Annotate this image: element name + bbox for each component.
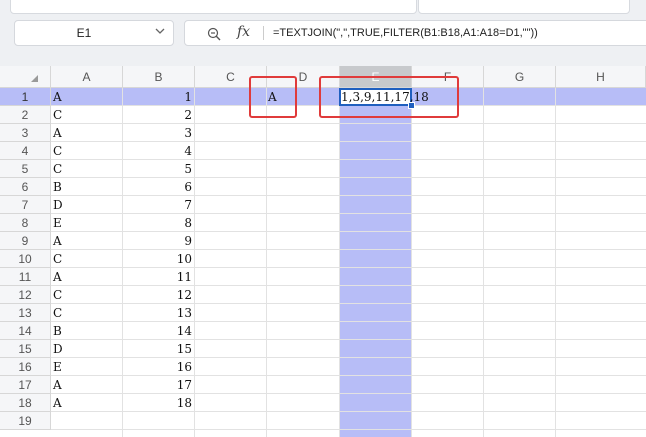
cell-b12[interactable]: 12 xyxy=(125,286,192,304)
cell-b3[interactable]: 3 xyxy=(125,124,192,142)
cell-b6[interactable]: 6 xyxy=(125,178,192,196)
column-header-a[interactable]: A xyxy=(51,66,123,88)
cell-a2[interactable]: C xyxy=(53,106,119,124)
row-header-5[interactable]: 5 xyxy=(0,160,51,178)
highlight-box-e1 xyxy=(319,76,459,118)
cell-b1[interactable]: 1 xyxy=(125,88,192,106)
top-panel-right xyxy=(418,0,630,14)
formula-separator xyxy=(263,26,264,40)
cell-a6[interactable]: B xyxy=(53,178,119,196)
row-header-19[interactable]: 19 xyxy=(0,412,51,430)
row-header-12[interactable]: 12 xyxy=(0,286,51,304)
cell-a4[interactable]: C xyxy=(53,142,119,160)
row-header-3[interactable]: 3 xyxy=(0,124,51,142)
spreadsheet-grid[interactable]: ABCDEFGH 1 2 3 4 5 6 7 8 9 10 11 12 13 14 15 16 17 18 19 A… xyxy=(0,66,646,437)
row-header-1[interactable]: 1 xyxy=(0,88,51,106)
cell-b8[interactable]: 8 xyxy=(125,214,192,232)
cell-b15[interactable]: 15 xyxy=(125,340,192,358)
column-header-h[interactable]: H xyxy=(556,66,646,88)
cell-b9[interactable]: 9 xyxy=(125,232,192,250)
cell-a13[interactable]: C xyxy=(53,304,119,322)
cell-a15[interactable]: D xyxy=(53,340,119,358)
cell-a7[interactable]: D xyxy=(53,196,119,214)
row-header-6[interactable]: 6 xyxy=(0,178,51,196)
row-header-15[interactable]: 15 xyxy=(0,340,51,358)
formula-input-box[interactable]: fx =TEXTJOIN(",",TRUE,FILTER(B1:B18,A1:A… xyxy=(184,20,646,46)
cell-a3[interactable]: A xyxy=(53,124,119,142)
row-header-4[interactable]: 4 xyxy=(0,142,51,160)
cell-b5[interactable]: 5 xyxy=(125,160,192,178)
cell-b18[interactable]: 18 xyxy=(125,394,192,412)
cell-a17[interactable]: A xyxy=(53,376,119,394)
cell-a18[interactable]: A xyxy=(53,394,119,412)
cell-a14[interactable]: B xyxy=(53,322,119,340)
cell-a5[interactable]: C xyxy=(53,160,119,178)
row-header-2[interactable]: 2 xyxy=(0,106,51,124)
column-header-b[interactable]: B xyxy=(123,66,195,88)
row-header-14[interactable]: 14 xyxy=(0,322,51,340)
cell-b16[interactable]: 16 xyxy=(125,358,192,376)
grid-hline xyxy=(51,429,646,430)
row-header-17[interactable]: 17 xyxy=(0,376,51,394)
insert-function-icon[interactable]: fx xyxy=(237,24,250,40)
row-header-18[interactable]: 18 xyxy=(0,394,51,412)
formula-text[interactable]: =TEXTJOIN(",",TRUE,FILTER(B1:B18,A1:A18=… xyxy=(273,27,538,39)
top-strip xyxy=(0,0,646,14)
cell-b14[interactable]: 14 xyxy=(125,322,192,340)
cell-b10[interactable]: 10 xyxy=(125,250,192,268)
cell-a16[interactable]: E xyxy=(53,358,119,376)
cell-b4[interactable]: 4 xyxy=(125,142,192,160)
cell-a1[interactable]: A xyxy=(53,88,119,106)
cell-a8[interactable]: E xyxy=(53,214,119,232)
name-box-value: E1 xyxy=(76,26,92,40)
highlight-box-d1 xyxy=(249,76,297,118)
cell-b11[interactable]: 11 xyxy=(125,268,192,286)
top-panel-left xyxy=(10,0,417,14)
row-header-16[interactable]: 16 xyxy=(0,358,51,376)
cell-b2[interactable]: 2 xyxy=(125,106,192,124)
chevron-down-icon[interactable] xyxy=(155,26,165,36)
cell-a10[interactable]: C xyxy=(53,250,119,268)
row-header-8[interactable]: 8 xyxy=(0,214,51,232)
column-header-g[interactable]: G xyxy=(484,66,556,88)
cell-b13[interactable]: 13 xyxy=(125,304,192,322)
cell-b7[interactable]: 7 xyxy=(125,196,192,214)
zoom-formula-icon[interactable] xyxy=(207,27,221,41)
select-all-corner[interactable] xyxy=(0,66,51,88)
cell-a11[interactable]: A xyxy=(53,268,119,286)
row-header-9[interactable]: 9 xyxy=(0,232,51,250)
row-header-10[interactable]: 10 xyxy=(0,250,51,268)
formula-bar: E1 fx =TEXTJOIN(",",TRUE,FILTER(B1:B18,A… xyxy=(0,14,646,56)
select-all-triangle-icon xyxy=(31,75,38,82)
row-header-7[interactable]: 7 xyxy=(0,196,51,214)
cell-a12[interactable]: C xyxy=(53,286,119,304)
row-header-13[interactable]: 13 xyxy=(0,304,51,322)
cell-a9[interactable]: A xyxy=(53,232,119,250)
cell-b17[interactable]: 17 xyxy=(125,376,192,394)
name-box[interactable]: E1 xyxy=(14,20,174,46)
row-header-11[interactable]: 11 xyxy=(0,268,51,286)
